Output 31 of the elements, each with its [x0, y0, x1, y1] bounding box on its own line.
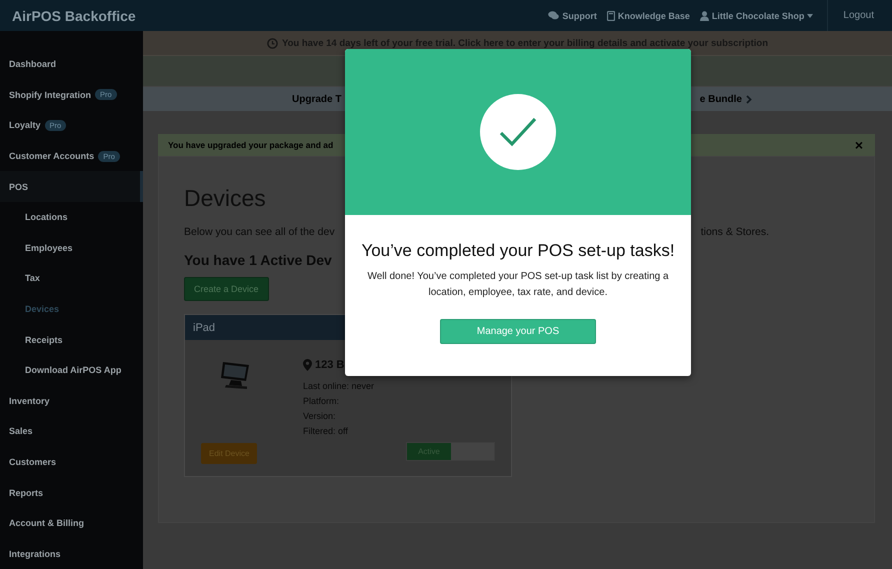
sidebar-item[interactable]: Sales	[0, 416, 143, 447]
dialog-title: You’ve completed your POS set-up tasks!	[361, 241, 675, 261]
chevron-right-icon	[746, 94, 752, 104]
upgrade-text: Upgrade T	[292, 94, 342, 104]
upgrade-text: e Bundle	[700, 94, 742, 104]
sidebar-item[interactable]: Reports	[0, 477, 143, 508]
app-title: AirPOS Backoffice	[12, 8, 136, 24]
nav-link[interactable]: Support	[548, 10, 597, 20]
map-pin-icon	[303, 359, 312, 371]
sidebar-item[interactable]: Integrations	[0, 538, 143, 569]
dialog-message: Well done! You’ve completed your POS set-up task list by creating a location, employee, tax rate, and device.	[366, 270, 670, 300]
nav-link[interactable]: Knowledge Base	[606, 10, 690, 20]
sidebar-item[interactable]: Inventory	[0, 386, 143, 416]
chat-icon	[548, 11, 560, 20]
sidebar-item[interactable]: Dashboard	[0, 49, 143, 80]
clock-icon	[266, 38, 278, 48]
user-icon	[700, 10, 709, 20]
sidebar-item[interactable]: Download AirPOS App	[0, 354, 143, 386]
device-name: iPad	[193, 322, 216, 334]
nav-link[interactable]: Little Chocolate Shop	[700, 10, 814, 20]
sidebar-item[interactable]: Customers	[0, 446, 143, 478]
sidebar-item[interactable]: Locations	[0, 202, 143, 233]
check-circle-icon	[479, 93, 557, 171]
sidebar-item[interactable]: Receipts	[0, 324, 143, 355]
sidebar-item[interactable]: POS	[0, 171, 143, 202]
caret-icon	[807, 14, 814, 18]
sidebar-item[interactable]: Tax	[0, 263, 143, 294]
sidebar-item[interactable]: Account & Billing	[0, 508, 143, 538]
alert-text: You have upgraded your package and ad	[168, 140, 334, 150]
sidebar-item[interactable]: Employees	[0, 232, 143, 264]
book-icon	[606, 10, 615, 20]
